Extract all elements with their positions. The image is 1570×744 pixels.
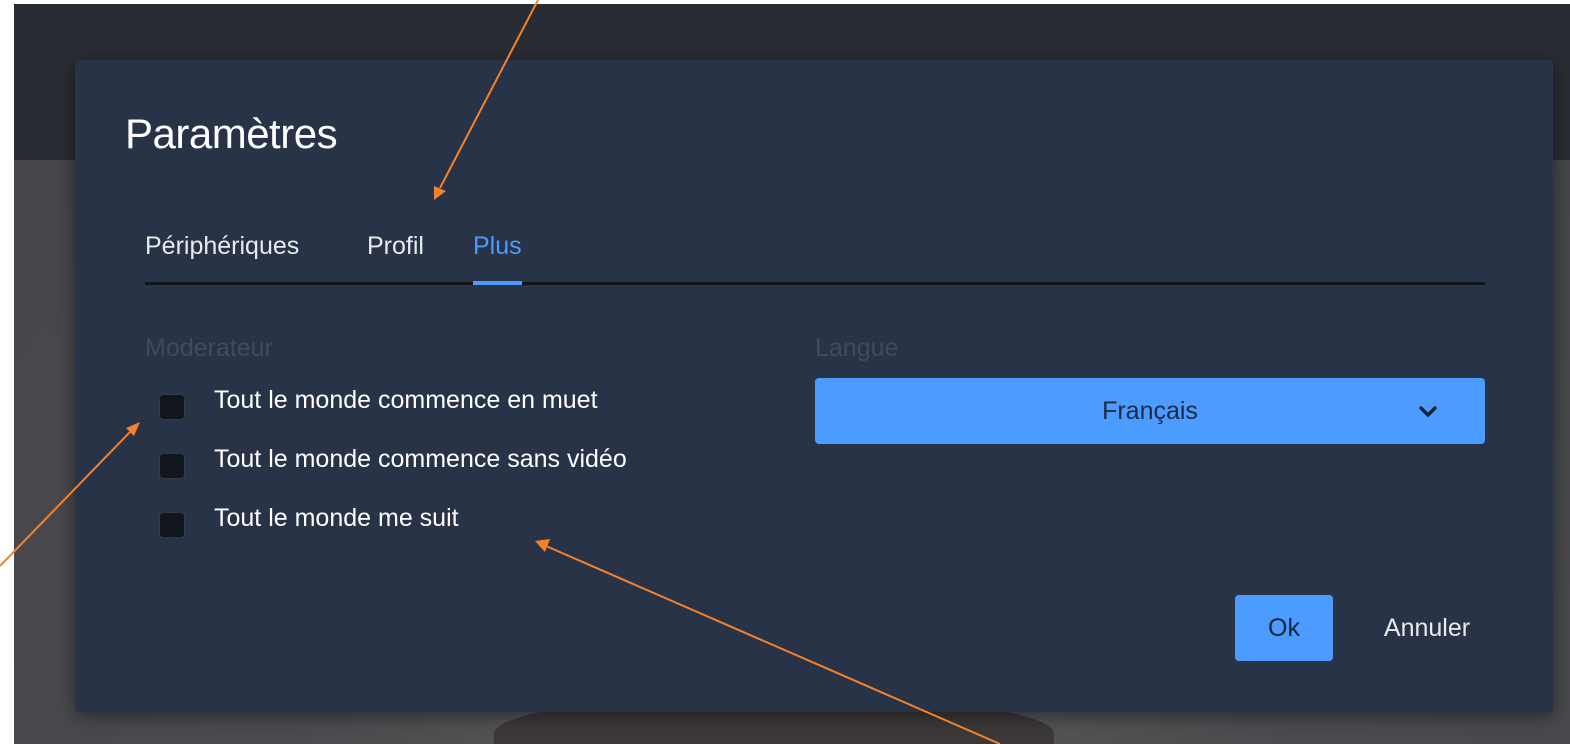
dialog-title: Paramètres: [125, 110, 338, 157]
cancel-button[interactable]: Annuler: [1357, 595, 1497, 661]
language-section-label: Langue: [815, 334, 899, 362]
everyone-follows-me-checkbox[interactable]: [159, 512, 185, 538]
ok-button[interactable]: Ok: [1235, 595, 1333, 661]
chevron-down-icon: [1419, 406, 1437, 417]
start-muted-label[interactable]: Tout le monde commence en muet: [214, 386, 598, 415]
start-without-video-label[interactable]: Tout le monde commence sans vidéo: [214, 445, 627, 474]
start-without-video-checkbox[interactable]: [159, 453, 185, 479]
language-selected-value: Français: [1102, 397, 1198, 425]
language-select[interactable]: Français: [815, 378, 1485, 444]
settings-dialog: Paramètres Périphériques Profil Plus Mod…: [75, 60, 1553, 712]
tab-devices[interactable]: Périphériques: [145, 230, 299, 282]
everyone-follows-me-label[interactable]: Tout le monde me suit: [214, 504, 459, 533]
moderator-section-label: Moderateur: [145, 334, 273, 362]
tab-more[interactable]: Plus: [473, 230, 522, 285]
tab-bar: Périphériques Profil Plus: [145, 230, 1485, 285]
tab-profile[interactable]: Profil: [367, 230, 424, 282]
start-muted-checkbox[interactable]: [159, 394, 185, 420]
